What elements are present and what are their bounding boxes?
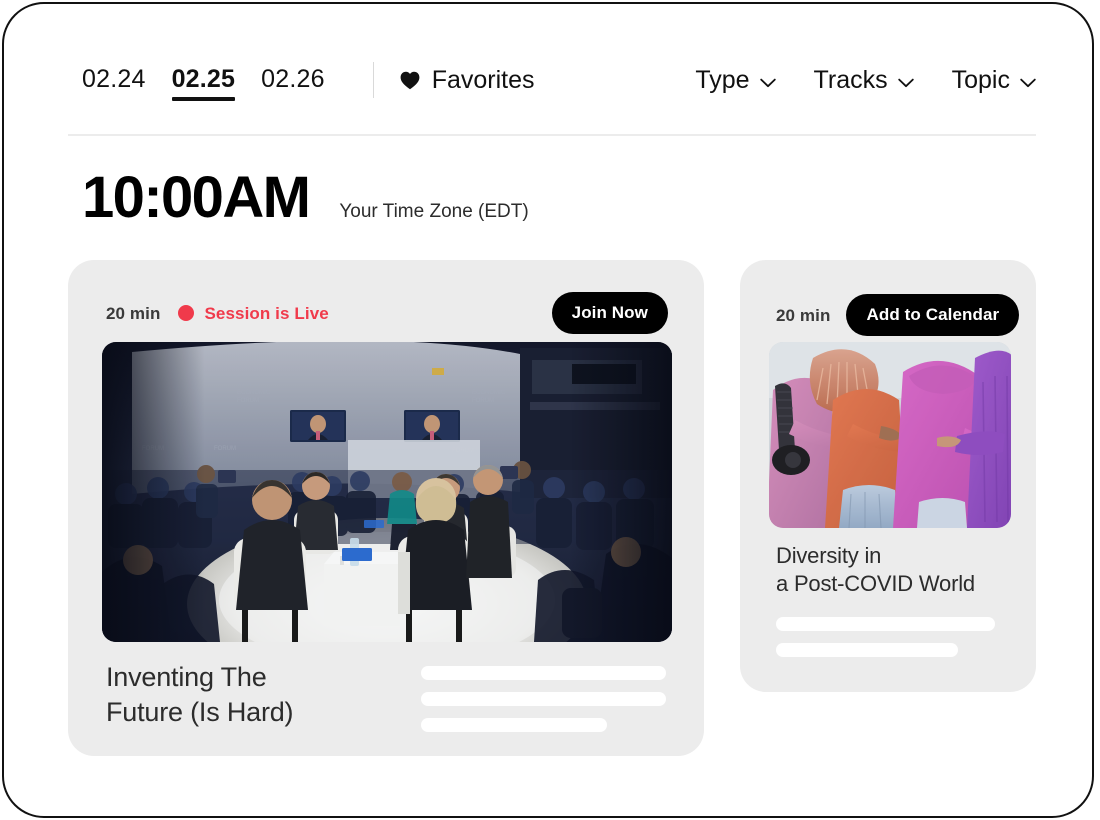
date-tab-label: 02.26 [261, 64, 325, 93]
favorites-label: Favorites [431, 65, 535, 94]
chevron-down-icon [1020, 75, 1036, 88]
chevron-down-icon [897, 75, 914, 88]
session-description-placeholder [421, 692, 666, 706]
date-tabs: 02.24 02.25 02.26 Favorites [82, 62, 535, 104]
date-tab-0224[interactable]: 02.24 [82, 64, 146, 100]
timezone-label: Your Time Zone (EDT) [339, 201, 529, 222]
live-status: Session is Live [178, 303, 329, 323]
add-to-calendar-button[interactable]: Add to Calendar [846, 294, 1020, 336]
live-dot-icon [178, 305, 195, 321]
session-duration: 20 min [776, 305, 831, 325]
session-card-header: 20 min Session is Live Join Now [68, 260, 704, 334]
header-bottom-divider [68, 134, 1036, 136]
heart-icon [400, 71, 420, 90]
time-slot-heading: 10:00AM Your Time Zone (EDT) [82, 169, 529, 227]
filter-label: Type [695, 65, 750, 94]
filter-group: Type Tracks Topic [695, 65, 1036, 99]
filter-label: Tracks [813, 65, 888, 94]
header-bar: 02.24 02.25 02.26 Favorites Type Tracks … [82, 56, 1036, 110]
date-tab-0226[interactable]: 02.26 [261, 64, 325, 100]
date-tab-0225[interactable]: 02.25 [171, 64, 236, 101]
chevron-down-icon [759, 75, 776, 88]
session-description-placeholder [421, 718, 607, 732]
date-tab-label: 02.25 [171, 64, 236, 93]
time-label: 10:00AM [82, 165, 311, 230]
join-now-button[interactable]: Join Now [551, 292, 668, 334]
filter-tracks[interactable]: Tracks [813, 65, 914, 94]
filter-topic[interactable]: Topic [951, 65, 1036, 94]
date-tab-label: 02.24 [82, 64, 146, 93]
session-title: Diversity in a Post-COVID World [776, 543, 975, 597]
session-duration: 20 min [106, 303, 161, 323]
session-description-placeholder [421, 666, 666, 680]
header-divider [372, 62, 374, 98]
session-card-header: 20 min Add to Calendar [740, 260, 1036, 336]
filter-label: Topic [951, 65, 1010, 94]
session-description-placeholder [776, 617, 995, 631]
device-frame: 02.24 02.25 02.26 Favorites Type Tracks … [2, 2, 1094, 818]
live-status-label: Session is Live [204, 303, 329, 323]
session-image-panel-discussion: WORLDECONOMICFORUM WORLDECONOMICFORUM FO… [102, 342, 672, 642]
session-image-people-embracing [769, 342, 1011, 528]
filter-type[interactable]: Type [695, 65, 776, 94]
session-description-placeholder [776, 643, 958, 657]
session-title: Inventing The Future (Is Hard) [106, 662, 294, 727]
favorites-button[interactable]: Favorites [400, 65, 535, 99]
